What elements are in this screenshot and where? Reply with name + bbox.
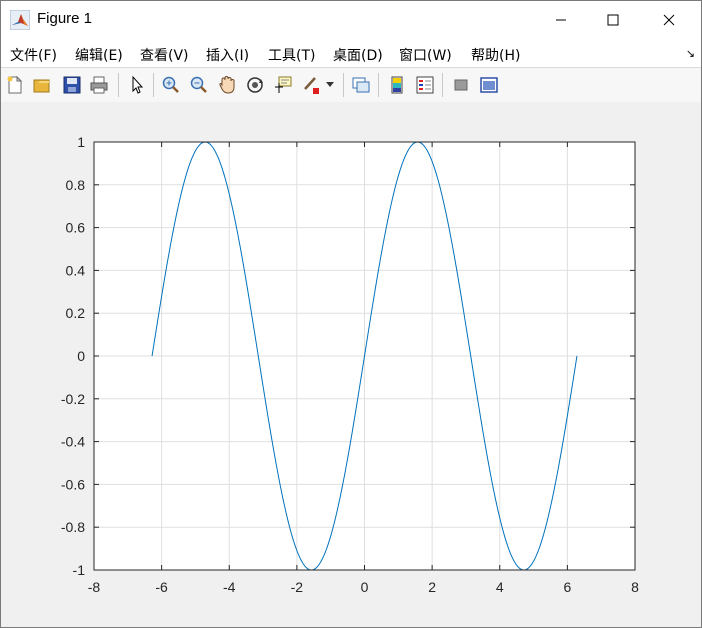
window-title: Figure 1: [37, 10, 93, 27]
menu-bar: 文件(F) 编辑(E) 查看(V) 插入(I) 工具(T) 桌面(D) 窗口(W…: [1, 39, 701, 67]
link-plot-button[interactable]: [350, 74, 372, 96]
title-bar[interactable]: Figure 1: [1, 1, 701, 39]
data-cursor-button[interactable]: [272, 74, 294, 96]
edit-plot-pointer-icon: [132, 75, 144, 94]
new-figure-icon: [7, 75, 23, 94]
menu-desktop[interactable]: 桌面(D): [333, 45, 383, 65]
y-tick-label: 0.4: [66, 262, 86, 278]
toolbar-separator: [153, 73, 154, 97]
colorbar-button[interactable]: [386, 74, 408, 96]
print-button[interactable]: [88, 74, 110, 96]
save-button[interactable]: [61, 74, 83, 96]
hide-plot-tools-button[interactable]: [450, 74, 472, 96]
y-tick-label: 0.8: [66, 177, 86, 193]
close-button[interactable]: [646, 1, 692, 39]
link-plot-icon: [352, 77, 370, 93]
x-tick-label: 0: [361, 579, 369, 595]
x-tick-label: -8: [88, 579, 101, 595]
pan-button[interactable]: [216, 74, 238, 96]
hide-plot-tools-icon: [454, 79, 468, 91]
legend-button[interactable]: [414, 74, 436, 96]
maximize-button[interactable]: [590, 1, 636, 39]
x-tick-label: 6: [563, 579, 571, 595]
y-tick-label: -1: [73, 562, 86, 578]
zoom-out-icon: [190, 76, 207, 93]
zoom-out-button[interactable]: [188, 74, 210, 96]
brush-dropdown-button[interactable]: [324, 74, 336, 96]
maximize-icon: [607, 14, 619, 26]
minimize-icon: [556, 19, 566, 21]
sine-plot[interactable]: -8 -6 -4 -2 0 2 4 6 8 -1 -0.8 -0.6 -0.4 -0.2 0 0.2 0.4 0.…: [1, 102, 701, 627]
brush-icon: [304, 77, 319, 94]
menu-insert[interactable]: 插入(I): [206, 45, 249, 65]
print-icon: [90, 76, 108, 94]
toolbar-separator: [118, 73, 119, 97]
x-tick-label: -2: [291, 579, 304, 595]
y-tick-label: 0.2: [66, 305, 86, 321]
toolbar-separator: [442, 73, 443, 97]
pan-hand-icon: [219, 75, 235, 94]
edit-plot-button[interactable]: [126, 74, 148, 96]
menu-tools[interactable]: 工具(T): [268, 45, 315, 65]
x-tick-label: -6: [155, 579, 168, 595]
dock-arrow-icon[interactable]: ↘: [686, 47, 695, 60]
open-file-button[interactable]: [31, 74, 53, 96]
x-tick-label: -4: [223, 579, 236, 595]
figure-toolbar: [1, 67, 701, 103]
y-tick-label: 1: [77, 134, 85, 150]
toolbar-separator: [378, 73, 379, 97]
brush-button[interactable]: [300, 74, 322, 96]
show-plot-tools-button[interactable]: [478, 74, 500, 96]
chevron-down-icon: [326, 82, 334, 87]
y-tick-label: 0.6: [66, 220, 86, 236]
minimize-button[interactable]: [538, 1, 584, 39]
colorbar-icon: [391, 76, 403, 94]
menu-file[interactable]: 文件(F): [10, 45, 57, 65]
save-icon: [63, 76, 81, 94]
menu-window[interactable]: 窗口(W): [399, 45, 452, 65]
y-tick-label: -0.6: [61, 476, 85, 492]
legend-icon: [416, 76, 434, 94]
show-plot-tools-icon: [480, 77, 498, 93]
rotate-3d-button[interactable]: [244, 74, 266, 96]
y-tick-label: -0.2: [61, 391, 85, 407]
zoom-in-button[interactable]: [160, 74, 182, 96]
x-tick-label: 2: [428, 579, 436, 595]
menu-edit[interactable]: 编辑(E): [75, 45, 123, 65]
y-tick-label: -0.4: [61, 434, 85, 450]
close-icon: [663, 14, 675, 26]
toolbar-separator: [343, 73, 344, 97]
rotate-3d-icon: [247, 77, 263, 93]
open-file-icon: [33, 79, 50, 93]
menu-view[interactable]: 查看(V): [140, 45, 189, 65]
matlab-logo-icon: [9, 9, 31, 31]
new-figure-button[interactable]: [4, 74, 26, 96]
y-tick-label: 0: [77, 348, 85, 364]
zoom-in-icon: [162, 76, 179, 93]
data-cursor-icon: [275, 76, 292, 93]
x-tick-label: 4: [496, 579, 504, 595]
figure-canvas[interactable]: -8 -6 -4 -2 0 2 4 6 8 -1 -0.8 -0.6 -0.4 -0.2 0 0.2 0.4 0.…: [1, 102, 701, 627]
figure-window: Figure 1 文件(F) 编辑(E) 查看(V) 插入(I) 工具(T) 桌…: [0, 0, 702, 628]
y-tick-label: -0.8: [61, 519, 85, 535]
menu-help[interactable]: 帮助(H): [471, 45, 520, 65]
x-tick-label: 8: [631, 579, 639, 595]
